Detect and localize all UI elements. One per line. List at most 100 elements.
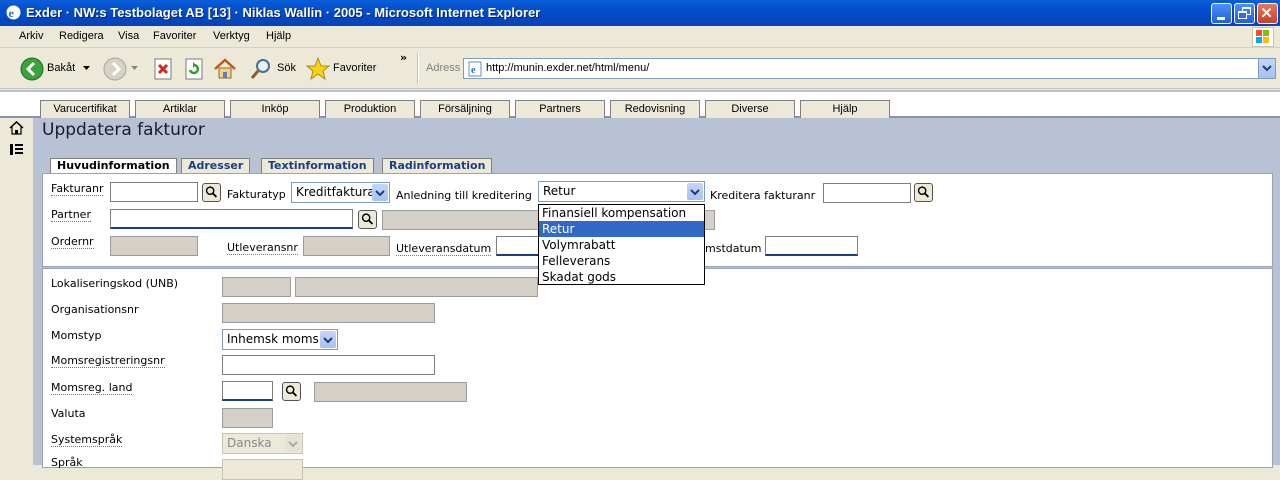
chevron-down-icon (687, 183, 703, 200)
option-finansiell-kompensation[interactable]: Finansiell kompensation (539, 205, 704, 221)
toolbar: Bakåt Sök Favoriter » Adress e http://mu… (0, 49, 1280, 89)
menu-verktyg[interactable]: Verktyg (213, 30, 250, 42)
toolbar-separator (417, 53, 419, 85)
sprak-select (222, 459, 303, 480)
menu-visa[interactable]: Visa (118, 30, 139, 42)
chevron-down-icon (372, 184, 388, 201)
anledning-label: Anledning till kreditering (396, 189, 532, 202)
list-menu-icon[interactable] (9, 143, 24, 156)
anledning-value: Retur (543, 184, 576, 198)
search-icon[interactable] (248, 56, 274, 82)
lokaliseringskod-label: Lokaliseringskod (UNB) (51, 277, 179, 290)
momsreg-land-name-field (314, 382, 467, 402)
option-skadat-gods[interactable]: Skadat gods (539, 269, 704, 285)
tab-varucertifikat[interactable]: Varucertifikat (40, 100, 130, 118)
svg-text:e: e (471, 65, 476, 76)
toolbar-overflow-chevron-icon[interactable]: » (400, 51, 407, 64)
partner-label: Partner (51, 208, 91, 222)
close-button[interactable] (1257, 3, 1278, 24)
forward-arrow-icon[interactable] (102, 56, 128, 82)
systemsprak-label: Systemspråk (51, 433, 123, 447)
momstdatum-input[interactable] (765, 236, 858, 256)
momsregistreringsnr-input[interactable] (222, 355, 435, 375)
window-titlebar: e Exder · NW:s Testbolaget AB [13] · Nik… (0, 0, 1280, 26)
tab-produktion[interactable]: Produktion (325, 100, 415, 118)
favorites-star-icon[interactable] (305, 56, 331, 82)
option-volymrabatt[interactable]: Volymrabatt (539, 237, 704, 253)
tab-diverse[interactable]: Diverse (705, 100, 795, 118)
anledning-options-list[interactable]: Finansiell kompensation Retur Volymrabat… (538, 204, 705, 285)
lokaliseringskod-field (222, 277, 291, 297)
main-navigation: Varucertifikat Artiklar Inköp Produktion… (0, 92, 1280, 118)
utleveransdatum-input[interactable] (496, 236, 540, 256)
address-bar[interactable]: e http://munin.exder.net/html/menu/ (463, 58, 1276, 79)
systemsprak-select: Danska (222, 433, 303, 454)
fakturanr-search-button[interactable] (202, 183, 221, 202)
side-strip (0, 118, 33, 465)
stop-icon[interactable] (150, 56, 176, 82)
windows-logo-icon (1252, 27, 1274, 47)
option-felleverans[interactable]: Felleverans (539, 253, 704, 269)
kreditera-fakturanr-label: Kreditera fakturanr (710, 189, 816, 202)
momstyp-value: Inhemsk moms (227, 332, 319, 346)
tab-redovisning[interactable]: Redovisning (610, 100, 700, 118)
restore-button[interactable] (1234, 3, 1255, 24)
momstdatum-label: mstdatum (705, 242, 762, 255)
favorites-label[interactable]: Favoriter (333, 62, 376, 74)
search-label[interactable]: Sök (277, 62, 296, 74)
fakturatyp-select[interactable]: Kreditfaktura (291, 182, 390, 203)
chevron-down-icon (320, 331, 336, 348)
back-arrow-icon[interactable] (19, 56, 45, 82)
tab-adresser[interactable]: Adresser (181, 158, 251, 173)
systemsprak-value: Danska (227, 436, 272, 450)
tab-radinformation[interactable]: Radinformation (382, 158, 493, 173)
page-icon: e (468, 61, 482, 77)
fakturanr-input[interactable] (110, 182, 198, 202)
tab-inkop[interactable]: Inköp (230, 100, 320, 118)
valuta-label: Valuta (51, 407, 86, 420)
partner-search-button[interactable] (358, 210, 377, 229)
menu-hjalp[interactable]: Hjälp (266, 30, 291, 42)
refresh-icon[interactable] (181, 56, 207, 82)
window-title: Exder · NW:s Testbolaget AB [13] · Nikla… (26, 5, 541, 20)
minimize-button[interactable] (1211, 3, 1232, 24)
momstyp-label: Momstyp (51, 329, 102, 342)
back-label[interactable]: Bakåt (47, 62, 75, 74)
address-url[interactable]: http://munin.exder.net/html/menu/ (486, 62, 649, 74)
option-retur[interactable]: Retur (539, 221, 704, 237)
menu-redigera[interactable]: Redigera (59, 30, 104, 42)
back-dropdown-icon[interactable] (83, 66, 90, 71)
momsreg-land-input[interactable] (222, 381, 273, 401)
momsregistreringsnr-label: Momsregistreringsnr (51, 354, 165, 368)
home-icon[interactable] (9, 121, 24, 135)
tab-forsaljning[interactable]: Försäljning (420, 100, 510, 118)
momstyp-select[interactable]: Inhemsk moms (222, 329, 338, 350)
address-dropdown-button[interactable] (1258, 59, 1275, 78)
momsreg-land-search-button[interactable] (282, 382, 301, 401)
tab-textinformation[interactable]: Textinformation (261, 158, 374, 173)
tab-hjalp[interactable]: Hjälp (800, 100, 890, 118)
tab-partners[interactable]: Partners (515, 100, 605, 118)
tab-huvudinformation[interactable]: Huvudinformation (50, 158, 177, 173)
ordernr-field (110, 236, 198, 256)
menu-bar: Arkiv Redigera Visa Favoriter Verktyg Hj… (0, 26, 1280, 48)
lokaliseringskod-name-field (295, 277, 538, 297)
kreditera-fakturanr-input[interactable] (823, 183, 911, 203)
momsreg-land-label: Momsreg. land (51, 381, 133, 395)
utleveransnr-label: Utleveransnr (227, 241, 298, 255)
partner-input[interactable] (110, 209, 353, 229)
fakturanr-label: Fakturanr (51, 182, 104, 196)
anledning-select[interactable]: Retur (538, 181, 705, 202)
menu-favoriter[interactable]: Favoriter (153, 30, 196, 42)
utleveransdatum-label: Utleveransdatum (396, 242, 492, 256)
menu-arkiv[interactable]: Arkiv (19, 30, 43, 42)
fakturatyp-label: Fakturatyp (227, 188, 286, 201)
tab-artiklar[interactable]: Artiklar (135, 100, 225, 118)
svg-text:e: e (9, 6, 15, 20)
sprak-label: Språk (51, 456, 83, 469)
kreditera-search-button[interactable] (914, 183, 933, 202)
chevron-down-icon (285, 435, 301, 452)
home-icon[interactable] (212, 56, 238, 82)
page-title: Uppdatera fakturor (42, 120, 205, 140)
forward-dropdown-icon[interactable] (131, 66, 138, 71)
